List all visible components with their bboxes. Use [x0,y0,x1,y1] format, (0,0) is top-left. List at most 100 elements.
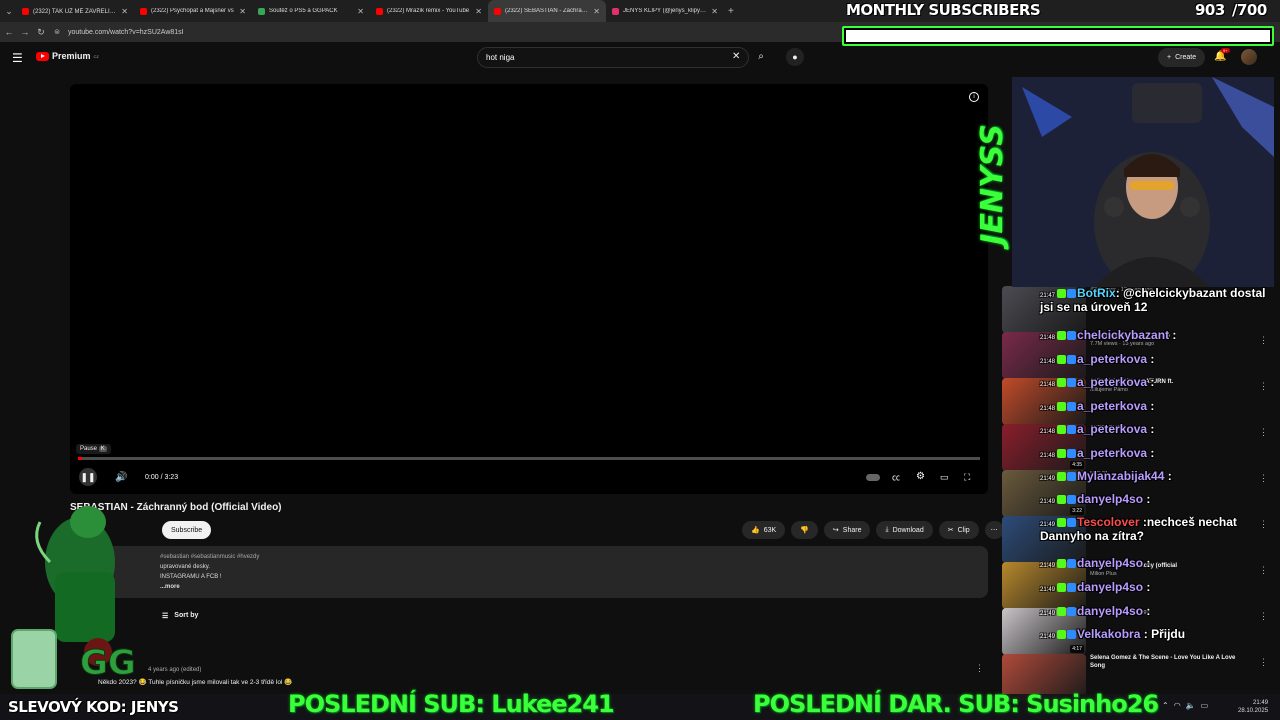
volume-button[interactable]: 🔊 [115,472,127,483]
close-tab-icon[interactable]: ✕ [239,7,246,16]
chat-separator: : [1140,627,1152,641]
browser-tab[interactable]: (2322) SEBASTIAN - Záchranný ✕ [488,0,606,22]
close-tab-icon[interactable]: ✕ [121,7,128,16]
chat-separator: : [1147,446,1155,460]
volume-tray-icon[interactable]: 🔈 [1186,701,1196,710]
voice-search-button[interactable]: ● [786,48,804,66]
site-info-icon[interactable]: ⊜ [50,28,64,36]
close-tab-icon[interactable]: ✕ [711,7,718,16]
clear-search-icon[interactable]: ✕ [732,51,740,62]
battery-icon[interactable]: ▭ [1201,701,1209,710]
chevron-up-icon[interactable]: ⌃ [1162,701,1169,710]
share-button[interactable]: ↪ Share [823,521,871,539]
tab-favicon-icon [140,7,147,15]
settings-icon[interactable]: ⚙ [916,471,925,482]
kick-badge-icon [1057,559,1067,568]
download-button[interactable]: ⤓ Download [876,521,933,539]
chat-separator: : [1139,515,1147,529]
tab-search-icon[interactable]: ⌄ [2,6,16,17]
chat-time: 21:48 [1040,406,1056,412]
close-tab-icon[interactable]: ✕ [593,7,600,16]
kick-badge-icon [1057,495,1067,504]
chat-username: danyelp4so [1077,492,1144,506]
close-tab-icon[interactable]: ✕ [357,7,364,16]
chat-separator: : [1143,492,1151,506]
kick-badge-icon [1057,425,1067,434]
browser-tab[interactable]: (2322) Mrazík remix - YouTube ✕ [370,0,488,22]
reload-icon[interactable]: ↻ [34,27,48,38]
chat-username: a_peterkova [1077,422,1148,436]
chat-time: 21:49 [1040,634,1056,640]
chat-overlay: 21:47 BotRix: @chelcickybazant dostal jsi… [1040,286,1280,646]
avatar[interactable] [1241,49,1257,65]
subtitles-icon[interactable]: ㏄ [892,472,900,483]
chat-username: Tescolover [1077,515,1140,529]
download-label: Download [892,526,924,534]
wifi-icon[interactable]: ◠ [1174,701,1181,710]
search-input[interactable]: hot niga [477,47,749,68]
monthly-progress-fill [846,30,1270,42]
forward-icon[interactable]: → [18,27,32,37]
pause-icon: ❚❚ [80,472,96,482]
tab-title: (2322) Mrazík remix - YouTube [387,8,470,14]
chat-time: 21:49 [1040,522,1056,528]
share-label: Share [842,526,862,534]
chat-message: 21:48 chelcickybazant : [1040,328,1272,342]
browser-tab[interactable]: Soutěž o PS5 a GGPACK ✕ [252,0,370,22]
notifications-button[interactable]: 🔔 9+ [1214,48,1230,62]
comment-menu-icon[interactable]: ⋮ [975,663,984,674]
chat-message: 21:49 danyelp4so : [1040,492,1272,506]
kick-badge-icon [1057,355,1067,364]
browser-tab[interactable]: (2322) TAK UŽ MĚ ZAVŘELI... 😭 ✕ [16,0,134,22]
monthly-label: MONTHLY SUBSCRIBERS [846,1,1041,19]
browser-tab[interactable]: JENYS KLIPY (@jenys_klipy) • Ins ✕ [606,0,724,22]
video-player[interactable]: i Pause K ❚❚ 🔊 0:00 / 3:23 ㏄ ⚙ ▭ ⛶ [70,84,988,494]
youtube-logo[interactable]: Premium CZ [36,51,99,61]
like-count: 63K [763,526,777,534]
description-box[interactable]: #sebastian #sebastianmusic #hvezdy uprav… [70,546,988,598]
chat-time: 21:48 [1040,429,1056,435]
chat-text: Přijdu [1151,627,1186,641]
like-button[interactable]: 👍 63K [742,521,786,539]
progress-bar[interactable] [78,457,980,460]
tab-favicon-icon [376,7,383,15]
description-line: INSTAGRAMU A FCB ! [160,574,222,580]
discount-code: SLEVOVÝ KOD: JENYS [8,698,179,716]
last-gift-sub: POSLEDNÍ DAR. SUB: Susinho26 [753,690,1159,718]
close-tab-icon[interactable]: ✕ [475,7,482,16]
tab-favicon-icon [22,7,29,15]
pause-button[interactable]: ❚❚ [79,468,97,486]
create-button[interactable]: + Create [1158,48,1206,67]
video-menu-icon[interactable]: ⋮ [1259,657,1268,668]
browser-tab[interactable]: (2322) Psychopat a Majsner vs ✕ [134,0,252,22]
menu-icon[interactable]: ☰ [12,51,23,65]
more-link[interactable]: ...more [160,582,988,592]
search-button[interactable]: ⌕ [752,48,770,66]
chat-username: BotRix [1077,286,1116,300]
new-tab-icon[interactable]: + [728,6,734,17]
tab-favicon-icon [612,7,619,15]
streamer-logo: JENYSS [970,96,1014,272]
back-icon[interactable]: ← [2,27,16,37]
time-display: 0:00 / 3:23 [145,474,179,481]
dislike-button[interactable]: 👎 [791,521,818,539]
streamer-webcam-image [1012,77,1274,287]
logo-text: Premium [52,51,91,61]
tooltip-text: Pause [80,446,98,452]
thumbs-down-icon: 👎 [800,527,809,534]
sub-badge-icon [1067,425,1077,434]
chat-username: Mylanzabijak44 [1077,469,1165,483]
chat-time: 21:49 [1040,563,1056,569]
monthly-subscribers-widget: MONTHLY SUBSCRIBERS 903 /700 [840,0,1280,50]
monthly-count: 903 [1195,1,1225,19]
taskbar-clock[interactable]: 21:49 28.10.2025 [1238,699,1268,715]
address-input[interactable]: youtube.com/watch?v=hzSU2Aw81sI [68,29,184,36]
miniplayer-icon[interactable]: ▭ [940,472,949,483]
scissors-icon: ✂ [947,527,954,534]
clip-button[interactable]: ✂ Clip [938,521,979,539]
plus-icon: + [1167,54,1172,61]
sub-badge-icon [1067,495,1077,504]
fullscreen-icon[interactable]: ⛶ [964,472,970,483]
autoplay-toggle[interactable] [866,474,880,481]
chat-separator: : [1164,469,1172,483]
